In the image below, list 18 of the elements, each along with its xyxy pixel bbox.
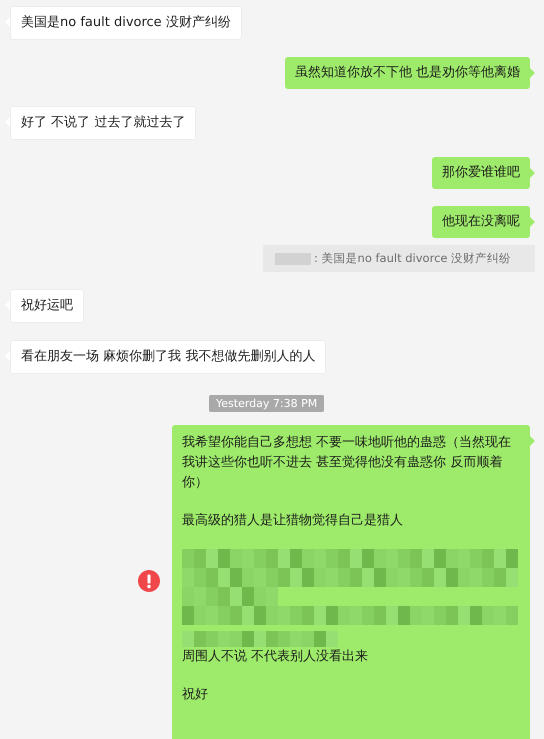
message-text: 周围人不说 不代表别人没看出来 — [182, 648, 368, 666]
message-bubble: 美国是no fault divorce 没财产纠纷 — [10, 6, 242, 40]
message-bubble: 虽然知道你放不下他 也是劝你等他离婚 — [284, 57, 530, 89]
bubble-tail — [530, 168, 535, 178]
message-bubble: 看在朋友一场 麻烦你删了我 我不想做先删别人的人 — [10, 340, 326, 374]
message-bubble: 那你爱谁谁吧 — [432, 157, 530, 189]
message-bubble: 好了 不说了 过去了就过去了 — [10, 106, 196, 140]
message-text: 最高级的猎人是让猎物觉得自己是猎人 — [182, 512, 404, 530]
timestamp: Yesterday 7:38 PM — [209, 395, 324, 412]
message-bubble: 他现在没离呢 — [432, 206, 530, 238]
bubble-tail — [530, 217, 535, 227]
bubble-tail — [530, 68, 535, 78]
message-text: 祝好 — [182, 686, 209, 704]
message-text: 我希望你能自己多想想 不要一味地听他的蛊惑（当然现在我讲这些你也听不进去 甚至觉得他没有蛊惑你 反而顺着你） — [182, 434, 512, 492]
message-bubble: 祝好运吧 — [10, 289, 84, 323]
error-icon[interactable] — [138, 570, 160, 592]
quoted-message[interactable]: : 美国是no fault divorce 没财产纠纷 — [263, 245, 535, 272]
quote-text: : 美国是no fault divorce 没财产纠纷 — [314, 251, 512, 266]
